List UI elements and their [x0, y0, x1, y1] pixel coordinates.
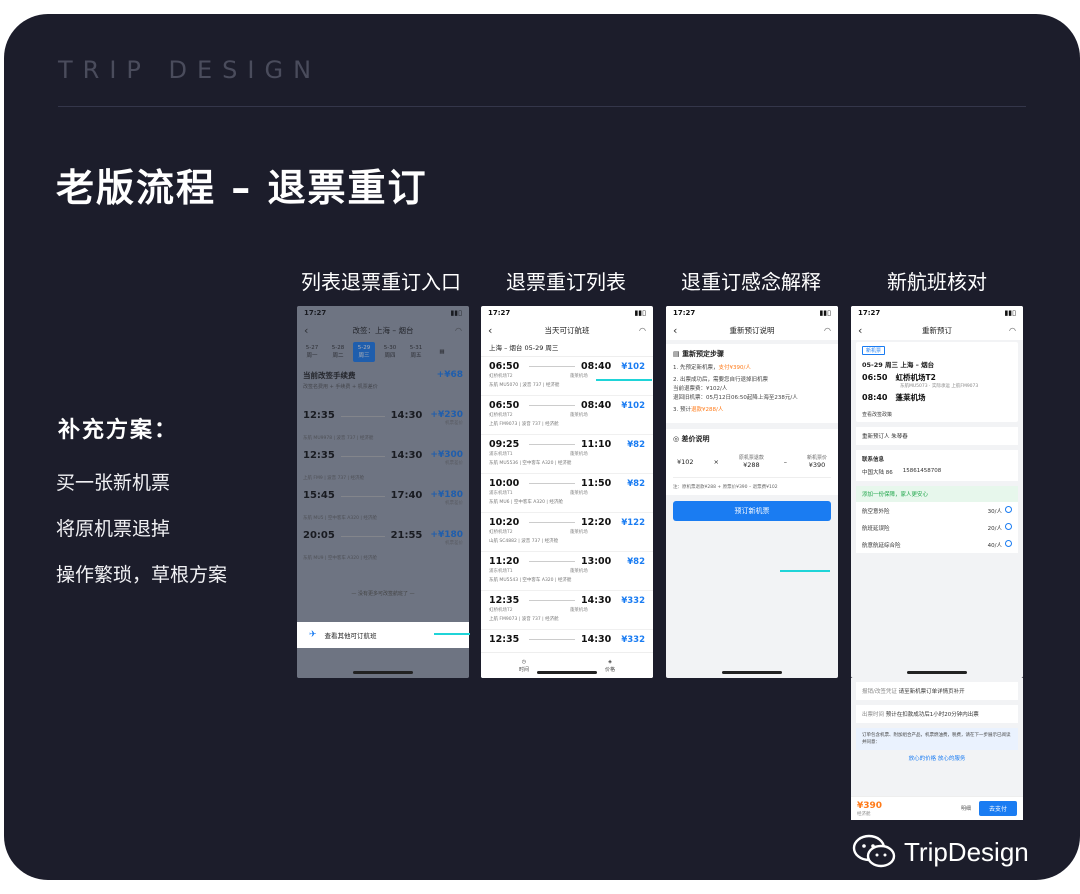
column-label-2: 退票重订列表 — [506, 270, 626, 294]
rebook-steps-section: ▤ 重新预定步骤 1. 先预定新机票，支付¥390/人 2. 出票成功后，需要您… — [666, 344, 838, 423]
phone-input[interactable]: 15861458708 — [903, 468, 942, 476]
policy-link[interactable]: 查看改签政策 — [862, 411, 1012, 418]
order-notice: 订单包含机票、附加组合产品，机票燃油费，税费，请在下一步展示已阅读并同意： — [856, 728, 1018, 750]
headset-icon[interactable]: ◠ — [824, 326, 831, 335]
insurance-option[interactable]: 航班延误险 20/人 — [856, 519, 1018, 536]
headset-icon[interactable]: ◠ — [1009, 326, 1016, 335]
nav-bar: ‹ 重新预订说明 ◠ — [666, 320, 838, 340]
assurance-label: 放心的价格 放心的服务 — [908, 756, 966, 762]
new-ticket-tag: 新机票 — [862, 346, 886, 355]
radio-icon — [1005, 540, 1012, 547]
phone-screen-2: 17:27 ▮▮▯ ‹ 当天可订航班 ◠ 上海 – 烟台 05-29 周三 06:… — [481, 306, 653, 678]
passenger-row: 重新预订人 朱琴春 — [856, 427, 1018, 445]
flight-row[interactable]: 11:20 13:00 ¥82 浦东机场T1 蓬莱机场 东航 MU5543 | 空中客… — [481, 552, 653, 591]
slide-card: TRIP DESIGN 老版流程 – 退票重订 补充方案： 买一张新机票 将原机… — [4, 14, 1080, 880]
divider — [58, 106, 1026, 107]
sort-by-time-tab[interactable]: ◷ 时间 — [519, 658, 529, 674]
flight-row[interactable]: 10:20 12:20 ¥122 虹桥机场T2 蓬莱机场 山航 SC4882 | 波音… — [481, 513, 653, 552]
back-icon[interactable]: ‹ — [858, 324, 862, 337]
book-new-ticket-button[interactable]: 预订新机票 — [673, 501, 831, 521]
flight-row[interactable]: 10:00 11:50 ¥82 浦东机场T1 蓬莱机场 东航 MU6 | 空中客车 A… — [481, 474, 653, 513]
supplement-item: 买一张新机票 — [56, 472, 171, 494]
sort-tab-bar: ◷ 时间 ◈ 价格 — [481, 652, 653, 678]
home-indicator — [537, 671, 597, 674]
other-flights-button[interactable]: ✈ 查看其他可订航班 — [297, 622, 469, 648]
sort-by-price-tab[interactable]: ◈ 价格 — [605, 658, 615, 674]
clock-icon: ◷ — [521, 658, 527, 665]
column-label-1: 列表退票重订入口 — [301, 270, 461, 294]
radio-icon — [1005, 523, 1012, 530]
home-indicator — [722, 671, 782, 674]
pay-bar: ¥390 经济舱 明细 去支付 — [851, 796, 1023, 820]
highlight-line — [780, 570, 830, 572]
list-icon: ▤ — [673, 350, 680, 358]
battery-icon: ▮▮▯ — [634, 309, 646, 317]
flight-row[interactable]: 09:25 11:10 ¥82 浦东机场T1 蓬莱机场 东航 MU5536 | 空中客… — [481, 435, 653, 474]
insurance-option[interactable]: 航空意外险 30/人 — [856, 502, 1018, 519]
home-indicator — [353, 671, 413, 674]
detail-link[interactable]: 明细 — [961, 805, 971, 812]
flight-row[interactable]: 06:50 08:40 ¥102 虹桥机场T2 蓬莱机场 上航 FM9073 | 波音… — [481, 396, 653, 435]
column-label-4: 新航班核对 — [887, 270, 987, 294]
country-select[interactable]: 中国大陆 86 — [862, 468, 893, 476]
supplement-title: 补充方案： — [58, 418, 179, 443]
phone-screen-4: 17:27 ▮▮▯ ‹ 重新预订 ◠ 新机票 05-29 周三 上海 – 烟台 0… — [851, 306, 1023, 678]
coin-icon: ◎ — [673, 435, 680, 443]
price-diff-section: ◎ 差价说明 ¥102 × 原机票退款 ¥288 – 新机票价 ¥390 注：原机票… — [666, 429, 838, 495]
flight-row[interactable]: 12:35 14:30 ¥332 虹桥机场T2 蓬莱机场 上航 FM9073 | 波音… — [481, 591, 653, 630]
battery-icon: ▮▮▯ — [819, 309, 831, 317]
flight-row[interactable]: 06:50 08:40 ¥102 虹桥机场T2 蓬莱机场 东航 MU5070 | 波音… — [481, 357, 653, 396]
phone-screen-4-extended: 报销/改签凭证 请至新机票订单详情页补开 出票时间 预计在扣款成功后1小时20分… — [851, 678, 1023, 820]
highlight-line — [434, 633, 470, 635]
phone-screen-1: 17:27 ▮▮▯ ‹ 改签：上海 – 烟台 ◠ 5-27 周一 5-28 周二 5-… — [297, 306, 469, 678]
insurance-banner: 添加一份保障，家人更安心 — [856, 486, 1018, 502]
route-header: 上海 – 烟台 05-29 周三 — [481, 340, 653, 357]
pay-button[interactable]: 去支付 — [978, 801, 1017, 816]
nav-title: 重新预订说明 — [729, 325, 775, 335]
price-icon: ◈ — [608, 658, 612, 665]
watermark: TripDesign — [852, 834, 1029, 870]
plane-icon: ✈ — [309, 630, 317, 640]
status-bar: 17:27 ▮▮▯ — [488, 309, 646, 317]
nav-title: 重新预订 — [922, 325, 952, 335]
back-icon[interactable]: ‹ — [488, 324, 492, 337]
contact-section: 联系信息 中国大陆 86 15861458708 — [856, 450, 1018, 481]
page-title: 老版流程 – 退票重订 — [56, 166, 428, 210]
wechat-icon — [852, 834, 896, 868]
insurance-option[interactable]: 航意航延综合险 40/人 — [856, 536, 1018, 553]
headset-icon[interactable]: ◠ — [639, 326, 646, 335]
new-flight-card: 新机票 05-29 周三 上海 – 烟台 06:50 虹桥机场T2 东航MU507… — [856, 342, 1018, 422]
supplement-item: 操作繁琐，草根方案 — [56, 564, 228, 586]
highlight-line — [596, 379, 652, 381]
column-label-3: 退重订感念解释 — [681, 270, 821, 294]
phone-screen-3: 17:27 ▮▮▯ ‹ 重新预订说明 ◠ ▤ 重新预定步骤 1. 先预定新机票，支… — [666, 306, 838, 678]
home-indicator — [907, 671, 967, 674]
back-icon[interactable]: ‹ — [673, 324, 677, 337]
nav-bar: ‹ 重新预订 ◠ — [851, 320, 1023, 340]
supplement-item: 将原机票退掉 — [56, 518, 171, 540]
nav-title: 当天可订航班 — [544, 325, 590, 335]
battery-icon: ▮▮▯ — [1004, 309, 1016, 317]
nav-bar: ‹ 当天可订航班 ◠ — [481, 320, 653, 340]
status-bar: 17:27 ▮▮▯ — [673, 309, 831, 317]
radio-icon — [1005, 506, 1012, 513]
total-price: ¥390 — [857, 800, 883, 811]
status-bar: 17:27 ▮▮▯ — [858, 309, 1016, 317]
brand-label: TRIP DESIGN — [58, 56, 322, 84]
no-more-hint: — 没有更多可改签航班了 — — [351, 591, 415, 597]
